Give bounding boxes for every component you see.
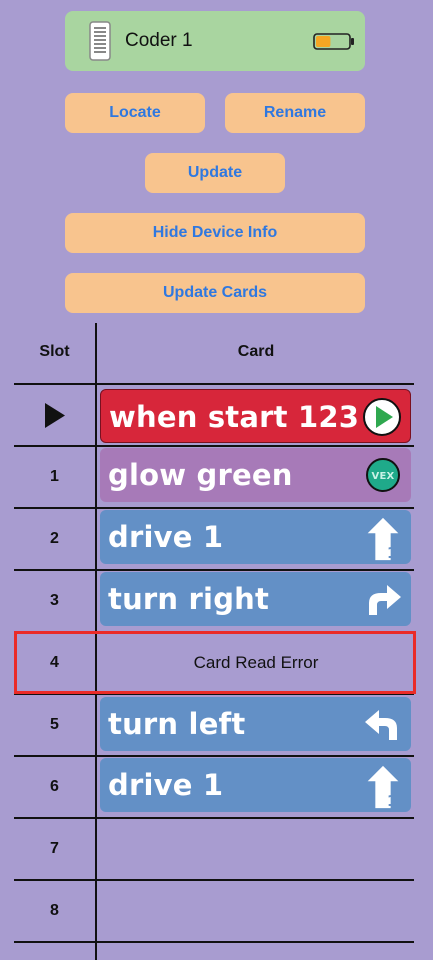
drive-forward-icon: 1: [367, 517, 399, 562]
card-label: turn left: [108, 707, 246, 741]
table-divider: [14, 445, 414, 447]
slot-number: 3: [50, 592, 59, 609]
rename-button[interactable]: Rename: [225, 93, 365, 133]
turn-right-icon: [369, 585, 401, 615]
card-label: turn right: [108, 582, 270, 616]
slot-column-header: Slot: [39, 343, 70, 360]
slot-number: 4: [50, 654, 59, 671]
hide-device-info-button[interactable]: Hide Device Info: [65, 213, 365, 253]
card-label: drive 1: [108, 768, 224, 802]
card-drive-1[interactable]: drive 1 1: [100, 510, 411, 564]
slot-number: 8: [50, 902, 59, 919]
card-drive-1[interactable]: drive 1 1: [100, 758, 411, 812]
card-column-header: Card: [237, 343, 275, 360]
locate-button[interactable]: Locate: [65, 93, 205, 133]
drive-forward-icon: 1: [367, 765, 399, 810]
slot-number: 5: [50, 716, 59, 733]
vex-logo-icon: VEX: [366, 458, 400, 492]
table-divider: [14, 507, 414, 509]
phone-icon: [89, 21, 111, 61]
device-card[interactable]: Coder 1: [65, 11, 365, 71]
table-divider: [14, 569, 414, 571]
card-turn-left[interactable]: turn left: [100, 697, 411, 751]
svg-text:1: 1: [387, 792, 398, 810]
table-divider: [14, 879, 414, 881]
update-cards-button[interactable]: Update Cards: [65, 273, 365, 313]
card-glow-green[interactable]: glow green VEX: [100, 448, 411, 502]
svg-text:1: 1: [387, 544, 398, 562]
table-divider: [14, 755, 414, 757]
play-triangle-icon: [45, 403, 65, 428]
card-label: drive 1: [108, 520, 224, 554]
card-label: glow green: [108, 458, 293, 492]
slot-number: 6: [50, 778, 59, 795]
battery-low-icon: [313, 33, 354, 50]
table-divider: [14, 941, 414, 943]
card-when-start[interactable]: when start 123: [100, 389, 411, 443]
slot-number: 2: [50, 530, 59, 547]
device-name: Coder 1: [125, 30, 193, 51]
table-divider: [14, 817, 414, 819]
card-turn-right[interactable]: turn right: [100, 572, 411, 626]
table-divider: [14, 383, 414, 385]
slot-number: 1: [50, 468, 59, 485]
svg-text:VEX: VEX: [372, 471, 395, 482]
turn-left-icon: [365, 710, 397, 740]
slot-number: 7: [50, 840, 59, 857]
card-read-error[interactable]: Card Read Error: [96, 631, 416, 694]
card-label: when start 123: [109, 400, 360, 434]
update-button[interactable]: Update: [145, 153, 285, 193]
start-play-icon: [363, 398, 401, 436]
